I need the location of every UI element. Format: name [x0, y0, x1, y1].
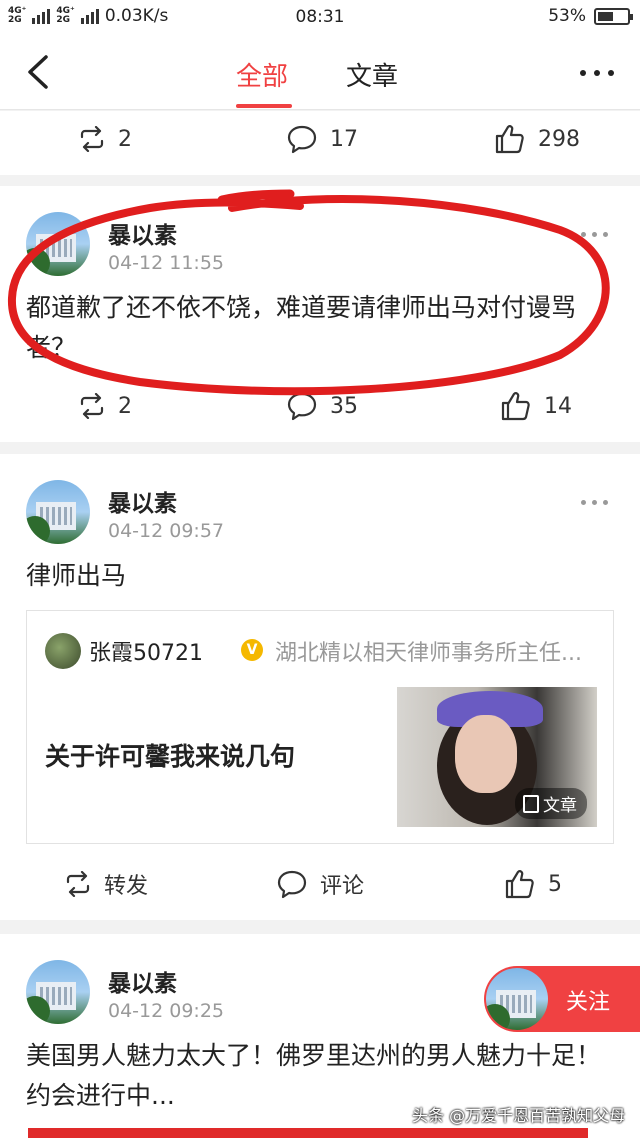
post-text[interactable]: 都道歉了还不依不饶，难道要请律师出马对付谩骂者？ — [26, 288, 616, 368]
comment-count: 17 — [330, 126, 358, 152]
like-count: 14 — [544, 393, 572, 419]
post-options-icon[interactable] — [581, 500, 608, 505]
like-count: 5 — [548, 871, 562, 897]
battery-percent: 53% — [548, 6, 586, 26]
avatar[interactable] — [26, 212, 90, 276]
post-actions: 转发 评论 5 — [0, 864, 640, 904]
repost-icon — [80, 393, 104, 419]
status-bar: 4G⁺ 2G 4G⁺ 2G 0.03K/s 08:31 53% — [0, 0, 640, 34]
like-button[interactable]: 14 — [500, 386, 572, 426]
post-date: 04-12 11:55 — [108, 252, 225, 274]
post-date: 04-12 09:57 — [108, 520, 225, 542]
post-options-icon[interactable] — [581, 232, 608, 237]
thumbs-up-icon — [505, 870, 534, 899]
avatar[interactable] — [26, 960, 90, 1024]
comment-button[interactable]: 35 — [286, 386, 358, 426]
tab-all[interactable]: 全部 — [236, 56, 288, 93]
thumbs-up-icon — [495, 125, 524, 154]
follow-avatar — [486, 968, 548, 1030]
verified-badge-icon: V — [241, 639, 263, 661]
battery-level — [598, 11, 613, 21]
post-card-0: 2 17 298 — [0, 111, 640, 175]
quoted-article-title[interactable]: 关于许可馨我来说几句 — [45, 737, 295, 773]
quoted-author-name[interactable]: 张霞50721 — [89, 635, 203, 667]
repost-label: 转发 — [104, 874, 149, 899]
article-tag-label: 文章 — [543, 796, 577, 816]
document-icon — [523, 794, 539, 813]
more-menu-icon[interactable] — [580, 70, 614, 76]
active-tab-indicator — [236, 104, 292, 108]
top-nav: 全部 文章 — [0, 34, 640, 110]
post-card-1[interactable]: 暴以素 04-12 11:55 都道歉了还不依不饶，难道要请律师出马对付谩骂者？… — [0, 186, 640, 442]
repost-count: 2 — [118, 126, 132, 152]
watermark: 头条 @万爱千恩百苦孰知父母 — [412, 1106, 626, 1125]
quoted-author-avatar[interactable] — [45, 633, 81, 669]
repost-count: 2 — [118, 393, 132, 419]
like-button[interactable]: 5 — [504, 864, 562, 904]
quoted-article-card[interactable]: 张霞50721 V 湖北精以相天律师事务所主任... 关于许可馨我来说几句 文章 — [26, 610, 614, 844]
comment-button[interactable]: 评论 — [276, 864, 364, 904]
repost-button[interactable]: 转发 — [64, 864, 148, 904]
comment-icon — [287, 392, 317, 421]
like-count: 298 — [538, 126, 580, 152]
quoted-author-description: 湖北精以相天律师事务所主任... — [275, 641, 582, 666]
comment-label: 评论 — [320, 874, 365, 899]
repost-button[interactable]: 2 — [78, 119, 132, 159]
post-actions: 2 17 298 — [0, 119, 640, 159]
battery-icon — [594, 7, 633, 25]
comment-button[interactable]: 17 — [286, 119, 358, 159]
post-text[interactable]: 律师出马 — [26, 556, 616, 596]
like-button[interactable]: 298 — [494, 119, 580, 159]
comment-count: 35 — [330, 393, 358, 419]
comment-icon — [287, 125, 317, 154]
follow-label: 关注 — [566, 990, 611, 1015]
article-tag: 文章 — [515, 788, 587, 819]
follow-button[interactable]: 关注 — [484, 966, 640, 1032]
repost-icon — [66, 871, 90, 897]
image-strip — [28, 1128, 588, 1138]
author-name[interactable]: 暴以素 — [108, 484, 177, 518]
clock: 08:31 — [295, 7, 345, 27]
comment-icon — [277, 870, 307, 899]
article-thumbnail[interactable]: 文章 — [397, 687, 597, 827]
post-actions: 2 35 14 — [0, 386, 640, 426]
avatar[interactable] — [26, 480, 90, 544]
author-name[interactable]: 暴以素 — [108, 216, 177, 250]
author-name[interactable]: 暴以素 — [108, 964, 177, 998]
back-arrow-icon[interactable] — [24, 54, 54, 90]
status-right: 53% — [548, 6, 633, 26]
tab-articles[interactable]: 文章 — [346, 56, 398, 93]
post-date: 04-12 09:25 — [108, 1000, 225, 1022]
repost-button[interactable]: 2 — [78, 386, 132, 426]
thumbs-up-icon — [501, 392, 530, 421]
repost-icon — [80, 126, 104, 152]
